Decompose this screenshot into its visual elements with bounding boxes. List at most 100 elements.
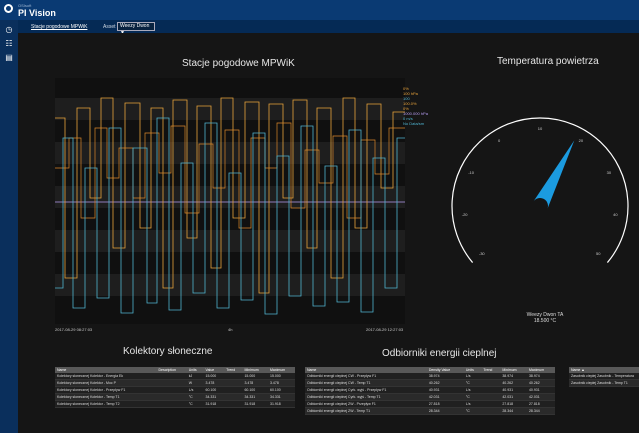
clock-icon[interactable]: ◷ xyxy=(4,25,14,35)
table-cell: 31.918 xyxy=(203,400,225,408)
table-cell: °C xyxy=(463,379,482,387)
heat-table[interactable]: Name Density Value Units Trend Minimum Maximu… xyxy=(305,367,555,415)
trend-x-mid: 4h xyxy=(228,327,233,332)
table-cell xyxy=(224,393,243,401)
gauge-caption-value: 18.500 °C xyxy=(533,318,557,324)
temperature-gauge[interactable]: -30 -20 -10 0 10 20 30 40 50 xyxy=(440,98,639,308)
gauge-tick-label: -20 xyxy=(462,212,469,217)
table-cell: Odbiorniki energii cieplnej Cyrk. wyjś -… xyxy=(305,393,427,401)
table-cell: Kolektory słonecznej Kolektor - Temp T1 xyxy=(55,393,157,401)
asset-select[interactable]: Weezy Dwon ▼ xyxy=(117,22,155,36)
table-row[interactable]: Odbiorniki energii cieplnej ZW - Przepły… xyxy=(305,400,555,408)
gauge-tick-label: 20 xyxy=(579,138,584,143)
table-cell: L/s xyxy=(463,386,482,394)
table-cell: Odbiorniki energii cieplnej ZW - Przepły… xyxy=(305,400,427,408)
table-row[interactable]: Kolektory słonecznej Kolektor - Temp T2 °… xyxy=(55,400,295,408)
table-cell: 28.344 xyxy=(500,407,527,415)
table-cell: 34.331 xyxy=(242,393,269,401)
table-cell: 42.031 xyxy=(426,393,464,401)
table-cell: 40.931 xyxy=(526,386,555,394)
table-cell: Odbiorniki energii cieplnej CW - Temp T1 xyxy=(305,379,427,387)
table-cell: Odbiorniki energii cieplnej Cyrk. wyjś -… xyxy=(305,386,427,394)
table-cell xyxy=(156,386,187,394)
table-cell: °C xyxy=(463,393,482,401)
table-cell: 60.100 xyxy=(203,386,225,394)
table-cell: °C xyxy=(186,400,204,408)
table-cell: 3.478 xyxy=(268,379,295,387)
table-cell xyxy=(481,407,501,415)
table-cell: 31.918 xyxy=(268,400,295,408)
top-bar: OSIsoft PI Vision xyxy=(0,0,639,20)
table-cell xyxy=(224,379,243,387)
table-row[interactable]: Odbiorniki energii cieplnej Cyrk. wyjś -… xyxy=(305,386,555,394)
table-row[interactable]: Odbiorniki energii cieplnej Cyrk. wyjś -… xyxy=(305,393,555,401)
trend-x-end: 2017-08-29 12:27:03 xyxy=(366,327,404,332)
table-cell xyxy=(156,379,187,387)
table-cell: 34.331 xyxy=(268,393,295,401)
breadcrumb-display[interactable]: Stacje pogodowe MPWiK xyxy=(31,24,87,30)
table-cell: 42.031 xyxy=(500,393,527,401)
asset-tree-icon[interactable]: ☷ xyxy=(4,39,14,49)
table-cell: Odbiorniki energii cieplnej ZW - Temp T1 xyxy=(305,407,427,415)
table-cell: 3.478 xyxy=(203,379,225,387)
table-cell: L/s xyxy=(463,400,482,408)
table-cell xyxy=(481,400,501,408)
table-cell: 42.031 xyxy=(526,393,555,401)
display-list-icon[interactable]: ▤ xyxy=(4,53,14,63)
table-cell: 27.818 xyxy=(526,400,555,408)
gauge-tick-label: 0 xyxy=(498,138,501,143)
gauge-tick-label: 50 xyxy=(596,251,601,256)
table-cell: 40.931 xyxy=(426,386,464,394)
gauge-title: Temperatura powietrza xyxy=(497,56,599,67)
table-row[interactable]: Kolektory słonecznej Kolektor - Moc P W 3.… xyxy=(55,379,295,387)
table-cell xyxy=(224,400,243,408)
gauge-arc xyxy=(451,117,629,263)
table-cell: 28.344 xyxy=(526,407,555,415)
app-title[interactable]: PI Vision xyxy=(18,8,56,18)
table-cell: W xyxy=(186,379,204,387)
table-cell: °C xyxy=(463,407,482,415)
table-cell: 27.818 xyxy=(426,400,464,408)
table-cell xyxy=(156,400,187,408)
sidebar: ◷ ☷ ▤ xyxy=(0,20,18,433)
table-cell: Zasobnik ciepłej Zasobnik - Temp T1 xyxy=(569,379,639,387)
table-cell xyxy=(224,386,243,394)
solar-table[interactable]: Name Description Units Value Trend Minimum Max… xyxy=(55,367,295,408)
table-cell: L/s xyxy=(186,386,204,394)
pi-logo-icon[interactable] xyxy=(4,4,13,13)
table-cell: 40.262 xyxy=(426,379,464,387)
table-row[interactable]: Kolektory słonecznej Kolektor - Temp T1 °… xyxy=(55,393,295,401)
table-cell: 3.478 xyxy=(242,379,269,387)
table-row[interactable]: Odbiorniki energii cieplnej CW - Temp T1… xyxy=(305,379,555,387)
trend-right-legend: 0% 100 hPa 100 100.0% 0% 1000.000 hPa 0 … xyxy=(403,86,428,126)
trend-chart[interactable] xyxy=(55,78,405,324)
table-cell: °C xyxy=(186,393,204,401)
gauge-tick-label: 10 xyxy=(538,126,543,131)
trend-x-start: 2017-08-29 08:27:03 xyxy=(55,327,93,332)
table-cell: 27.818 xyxy=(500,400,527,408)
table-cell: 60.100 xyxy=(268,386,295,394)
table-cell: 34.331 xyxy=(203,393,225,401)
table-cell xyxy=(481,386,501,394)
table-row[interactable]: Kolektory słonecznej Kolektor - Przepływ… xyxy=(55,386,295,394)
table-cell: 60.100 xyxy=(242,386,269,394)
gauge-tick-label: 30 xyxy=(607,170,612,175)
table-cell: 40.931 xyxy=(500,386,527,394)
table-cell: 28.344 xyxy=(426,407,464,415)
table-row[interactable]: Zasobnik ciepłej Zasobnik - Temp T1 xyxy=(569,379,639,387)
asset-label: Asset xyxy=(103,24,116,30)
table-cell xyxy=(481,393,501,401)
gauge-tick-label: -30 xyxy=(479,251,486,256)
table-cell: Kolektory słonecznej Kolektor - Moc P xyxy=(55,379,157,387)
table-row[interactable]: Odbiorniki energii cieplnej ZW - Temp T1… xyxy=(305,407,555,415)
gauge-tick-label: 40 xyxy=(613,212,618,217)
table-cell: 40.262 xyxy=(526,379,555,387)
table-cell: Kolektory słonecznej Kolektor - Temp T2 xyxy=(55,400,157,408)
gauge-caption: Weezy Dwon TA 18.500 °C xyxy=(515,312,575,324)
table-cell xyxy=(156,393,187,401)
heat-title: Odbiorniki energii cieplnej xyxy=(382,348,497,359)
solar-title: Kolektory słoneczne xyxy=(123,346,213,357)
gauge-ticks: -30 -20 -10 0 10 20 30 40 50 xyxy=(451,117,629,263)
table-cell: Kolektory słonecznej Kolektor - Przepływ… xyxy=(55,386,157,394)
attribute-table[interactable]: Name ▲ Zasobnik ciepłej Zasobnik - Temper… xyxy=(569,367,639,387)
